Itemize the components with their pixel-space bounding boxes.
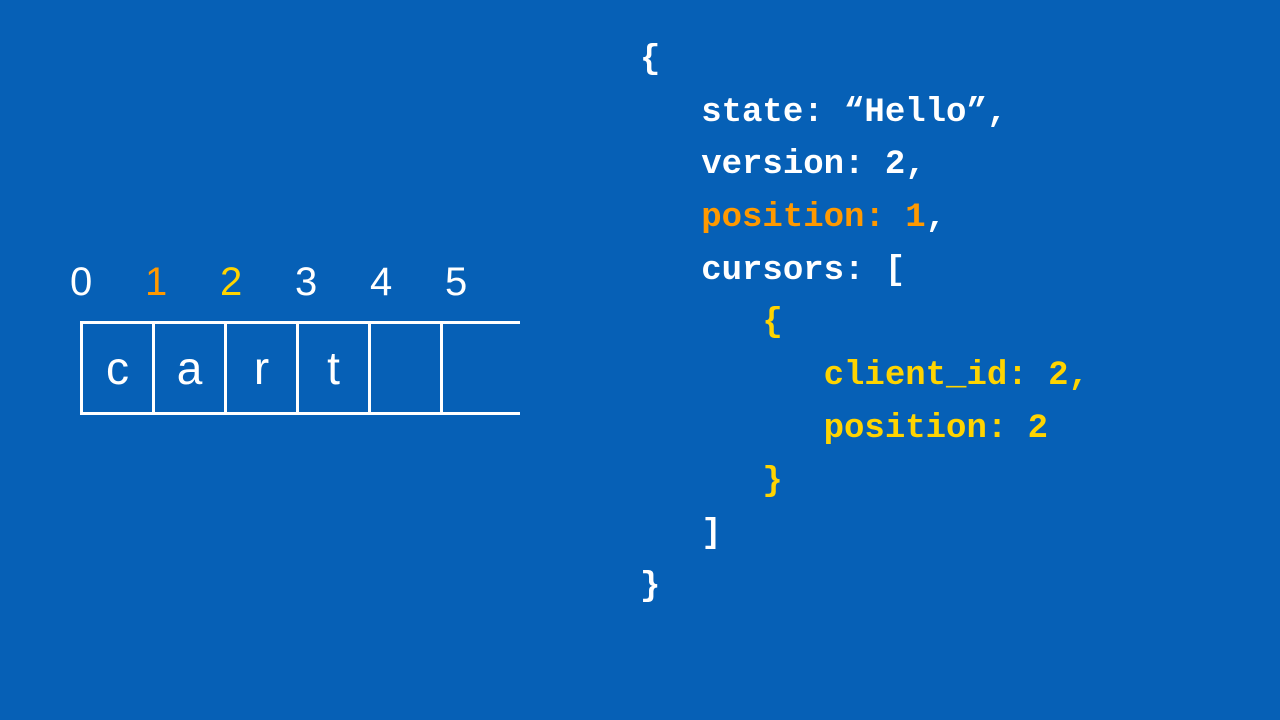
index-5: 5 [445, 260, 520, 305]
code-line-2: version: 2, [640, 146, 926, 184]
code-block: { state: “Hello”, version: 2, position: … [640, 34, 1089, 614]
index-1: 1 [145, 260, 220, 305]
code-line-10: } [640, 568, 660, 606]
index-0: 0 [70, 260, 145, 305]
code-line-1: state: “Hello”, [640, 94, 1007, 132]
code-line-8: } [640, 463, 783, 501]
slide: 0 1 2 3 4 5 c a r t { state: “Hello”, ve… [0, 0, 1280, 720]
index-2: 2 [220, 260, 295, 305]
code-line-4: cursors: [ [640, 252, 905, 290]
code-line-9: ] [640, 515, 722, 553]
index-row: 0 1 2 3 4 5 [70, 260, 520, 305]
code-line-3-position: position: 1 [701, 199, 925, 237]
code-line-0: { [640, 41, 660, 79]
code-line-3-tail: , [926, 199, 946, 237]
cell-3: t [299, 324, 371, 412]
index-4: 4 [370, 260, 445, 305]
cell-0: c [83, 324, 155, 412]
char-array-diagram: 0 1 2 3 4 5 c a r t [80, 260, 520, 415]
cell-1: a [155, 324, 227, 412]
code-line-5: { [640, 304, 783, 342]
code-line-7: position: 2 [640, 410, 1048, 448]
cell-4 [371, 324, 443, 412]
index-3: 3 [295, 260, 370, 305]
cell-2: r [227, 324, 299, 412]
code-line-6: client_id: 2, [640, 357, 1089, 395]
code-line-3-indent [640, 199, 701, 237]
cells-row: c a r t [80, 321, 520, 415]
